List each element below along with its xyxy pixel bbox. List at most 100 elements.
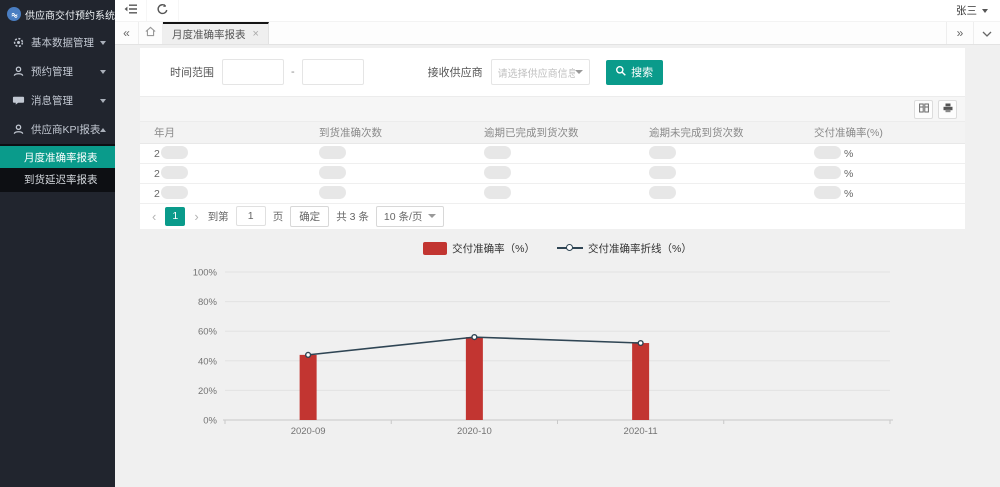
collapse-sidebar-button[interactable]: [115, 0, 147, 21]
rate-unit: %: [844, 148, 853, 160]
chart-legend: 交付准确率（%） 交付准确率折线（%）: [115, 241, 1000, 256]
next-page-button[interactable]: ›: [192, 209, 200, 224]
search-button[interactable]: 搜索: [606, 60, 663, 85]
chevron-down-icon: [100, 70, 106, 74]
table-header-cell: 年月: [140, 122, 305, 143]
chart-bar: [300, 354, 317, 419]
rate-unit: %: [844, 188, 853, 200]
redacted-value: [161, 186, 188, 199]
legend-label: 交付准确率（%）: [452, 241, 535, 256]
kpi-table: 年月到货准确次数逾期已完成到货次数逾期未完成到货次数交付准确率(%) 2%2%2…: [140, 122, 965, 204]
supplier-select[interactable]: 请选择供应商信息: [491, 59, 590, 85]
redacted-value: [484, 146, 511, 159]
print-button[interactable]: [938, 100, 957, 119]
grid-columns-icon: [918, 102, 930, 117]
goto-page-input[interactable]: [236, 206, 266, 226]
count-cell: [470, 143, 635, 163]
year-month-prefix: 2: [154, 188, 160, 200]
sidebar-menu: 基本数据管理预约管理消息管理供应商KPI报表月度准确率报表到货延迟率报表: [0, 28, 115, 192]
tab-scroll-left-button[interactable]: «: [115, 22, 139, 44]
supplier-label: 接收供应商: [428, 64, 483, 80]
redacted-value: [649, 146, 676, 159]
sidebar-item-basic-data[interactable]: 基本数据管理: [0, 28, 115, 57]
legend-item-bar[interactable]: 交付准确率（%）: [423, 241, 535, 256]
tab-label: 月度准确率报表: [172, 27, 246, 42]
redacted-value: [484, 186, 511, 199]
goto-confirm-button[interactable]: 确定: [290, 206, 329, 227]
refresh-button[interactable]: [147, 0, 179, 21]
redacted-value: [319, 166, 346, 179]
x-axis-category-label: 2020-11: [624, 426, 658, 437]
redacted-value: [161, 166, 188, 179]
tab-bar-right-controls: »: [946, 22, 1000, 44]
time-range-label: 时间范围: [170, 64, 214, 80]
sidebar-item-label: 基本数据管理: [31, 35, 94, 50]
count-cell: [305, 183, 470, 203]
submenu-item-monthly-accuracy[interactable]: 月度准确率报表: [0, 146, 115, 168]
redacted-value: [649, 166, 676, 179]
chevron-down-icon: [100, 99, 106, 103]
table-header-cell: 逾期未完成到货次数: [635, 122, 800, 143]
year-month-cell: 2: [140, 143, 305, 163]
time-range-separator: -: [291, 66, 295, 78]
chevron-down-icon: [428, 214, 436, 218]
total-count-label: 共 3 条: [336, 209, 369, 224]
year-month-cell: 2: [140, 183, 305, 203]
user-menu[interactable]: 张三: [956, 0, 1000, 21]
app-title: 供应商交付预约系统: [25, 7, 115, 22]
legend-label: 交付准确率折线（%）: [588, 241, 692, 256]
search-button-label: 搜索: [631, 64, 653, 80]
chart-container: 0%20%40%60%80%100%2020-092020-102020-11: [115, 257, 1000, 457]
table-header-cell: 逾期已完成到货次数: [470, 122, 635, 143]
printer-icon: [942, 102, 954, 117]
user-icon: [12, 123, 25, 136]
x-axis-category-label: 2020-10: [457, 426, 492, 437]
sidebar-item-appointment[interactable]: 预约管理: [0, 57, 115, 86]
home-tab-button[interactable]: [139, 22, 163, 44]
y-axis-tick-label: 60%: [198, 326, 218, 337]
sidebar-item-label: 预约管理: [31, 64, 73, 79]
chart-line-marker: [306, 352, 311, 357]
rate-cell: %: [800, 163, 965, 183]
count-cell: [635, 143, 800, 163]
redacted-value: [319, 186, 346, 199]
home-icon: [144, 25, 157, 41]
tab-close-icon[interactable]: ×: [253, 29, 259, 40]
tab-scroll-right-button[interactable]: »: [946, 22, 973, 44]
page-size-value: 10 条/页: [384, 209, 423, 224]
goto-page-prefix: 到第: [208, 209, 229, 224]
tab-monthly-accuracy[interactable]: 月度准确率报表 ×: [163, 22, 269, 44]
time-range-start-input[interactable]: [222, 59, 284, 85]
app-logo: 供应商交付预约系统: [0, 0, 115, 28]
table-header-cell: 交付准确率(%): [800, 122, 965, 143]
table-header-cell: 到货准确次数: [305, 122, 470, 143]
y-axis-tick-label: 80%: [198, 297, 218, 308]
refresh-icon: [156, 3, 169, 19]
submenu-item-delivery-delay[interactable]: 到货延迟率报表: [0, 168, 115, 190]
table-row: 2%: [140, 163, 965, 183]
sidebar-item-supplier-kpi[interactable]: 供应商KPI报表: [0, 115, 115, 144]
kpi-chart: 0%20%40%60%80%100%2020-092020-102020-11: [115, 257, 1000, 457]
sidebar-item-message[interactable]: 消息管理: [0, 86, 115, 115]
user-icon: [12, 65, 25, 78]
year-month-prefix: 2: [154, 148, 160, 160]
legend-item-line[interactable]: 交付准确率折线（%）: [557, 241, 692, 256]
chart-line-marker: [638, 340, 643, 345]
count-cell: [635, 163, 800, 183]
time-range-end-input[interactable]: [302, 59, 364, 85]
search-icon: [615, 65, 627, 80]
goto-page-suffix: 页: [273, 209, 284, 224]
page-size-select[interactable]: 10 条/页: [376, 206, 445, 227]
collapse-sidebar-icon: [124, 3, 138, 18]
redacted-value: [649, 186, 676, 199]
y-axis-tick-label: 20%: [198, 385, 218, 396]
tab-actions-button[interactable]: [973, 22, 1000, 44]
count-cell: [470, 183, 635, 203]
chevron-down-icon: [575, 70, 583, 74]
legend-swatch: [423, 242, 447, 255]
redacted-value: [319, 146, 346, 159]
redacted-value: [161, 146, 188, 159]
current-page-button[interactable]: 1: [165, 207, 185, 226]
prev-page-button[interactable]: ‹: [150, 209, 158, 224]
columns-toggle-button[interactable]: [914, 100, 933, 119]
